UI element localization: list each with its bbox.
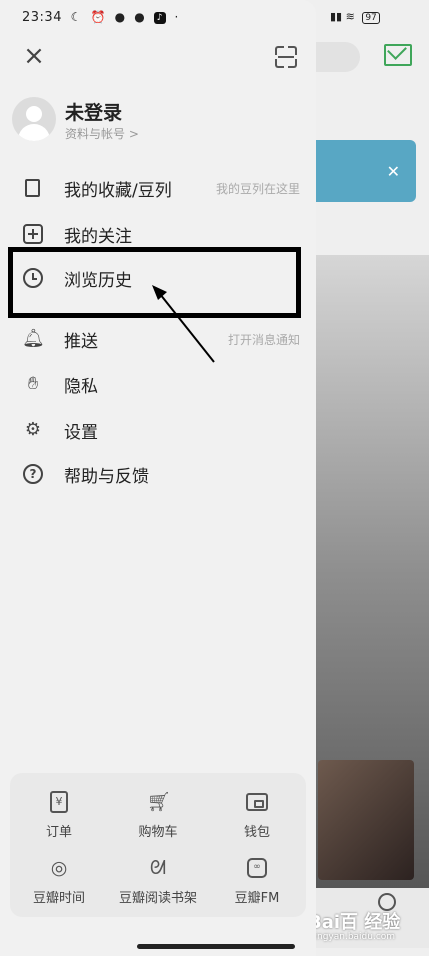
yen-icon: ¥ [48,791,70,813]
home-indicator[interactable] [137,944,295,949]
tools-panel: ¥ 订单 🛒︎ 购物车 钱包 ◎ 豆瓣时间 ᘛ 豆瓣阅读书架 ∞ 豆瓣FM [10,773,306,917]
tool-reading-shelf[interactable]: ᘛ 豆瓣阅读书架 [109,857,207,906]
menu-item-settings[interactable]: ⚙︎ 设置 [22,415,302,445]
bird-icon: ᘛ [149,857,167,879]
background-photo [318,760,414,880]
tool-cart[interactable]: 🛒︎ 购物车 [109,791,207,840]
tool-douban-fm[interactable]: ∞ 豆瓣FM [208,857,306,906]
banner-close-icon[interactable]: ✕ [387,162,400,181]
tool-label: 豆瓣FM [234,891,280,906]
background-banner: ✕ [300,140,416,202]
system-status-right: ▮▮ ≋ 97 [330,10,380,24]
menu-label: 帮助与反馈 [64,466,149,487]
watermark-logo: Bai百 经验 [308,912,401,933]
tool-label: 豆瓣阅读书架 [118,891,197,906]
tool-orders[interactable]: ¥ 订单 [10,791,108,840]
tool-douban-time[interactable]: ◎ 豆瓣时间 [10,857,108,906]
menu-label: 设置 [64,422,98,443]
douban-time-icon: ◎ [50,857,68,879]
battery-icon: 97 [362,12,380,24]
cart-icon: 🛒︎ [147,791,172,813]
fm-icon: ∞ [246,857,268,879]
side-drawer: 23:34 ☾ ⏰ ● ● ♪ · × 未登录 资料与帐号 > 我的收藏/豆列 … [0,0,316,956]
menu-item-help[interactable]: ? 帮助与反馈 [22,459,302,489]
watermark-url: jingyan.baidu.com [312,932,396,942]
tool-label: 购物车 [138,825,178,840]
wallet-icon [246,791,268,813]
tool-label: 豆瓣时间 [32,891,85,906]
tool-label: 订单 [45,825,72,840]
tool-wallet[interactable]: 钱包 [208,791,306,840]
gear-icon: ⚙︎ [24,419,42,440]
signal-icon: ▮▮ [330,10,343,23]
mail-icon[interactable] [384,44,412,66]
tool-label: 钱包 [243,825,270,840]
wifi-icon: ≋ [345,10,355,23]
help-icon: ? [22,463,44,485]
annotation-arrow [152,285,215,363]
